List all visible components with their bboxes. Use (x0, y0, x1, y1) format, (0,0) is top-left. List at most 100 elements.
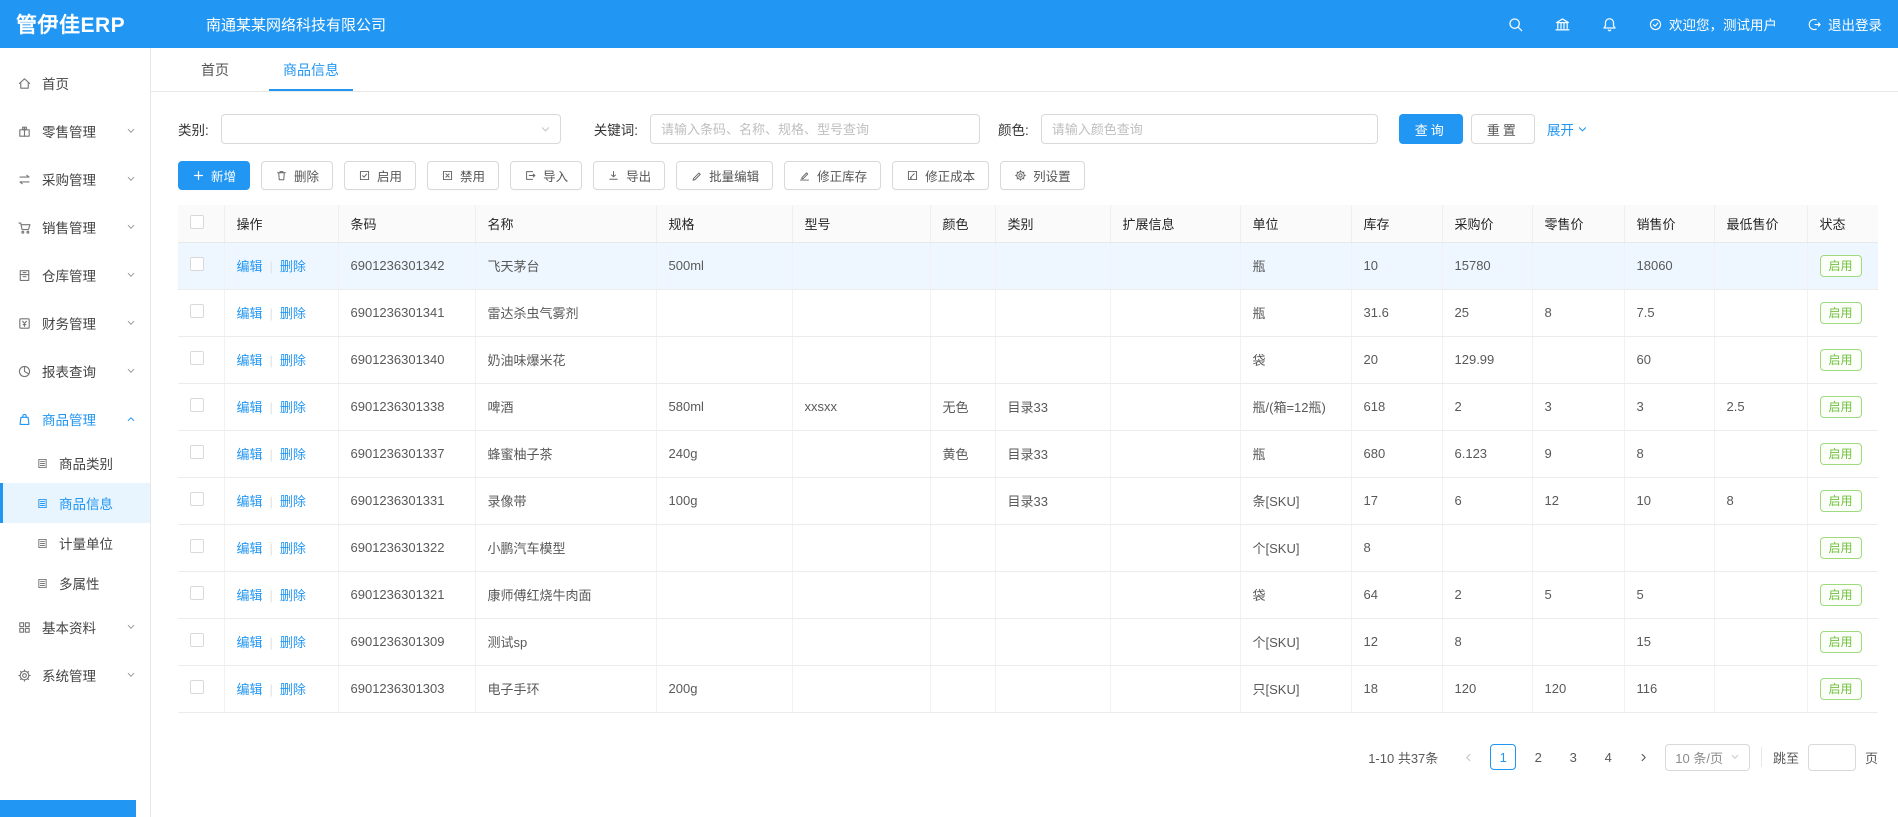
row-checkbox[interactable] (190, 539, 204, 553)
delete-link[interactable]: 删除 (280, 494, 306, 509)
tab-home[interactable]: 首页 (187, 48, 243, 91)
search-button[interactable]: 查询 (1399, 114, 1463, 144)
sidebar-item-purchase[interactable]: 采购管理 (0, 155, 150, 203)
cell-purchase: 6.123 (1442, 430, 1532, 477)
page-size-select[interactable]: 10 条/页 (1665, 744, 1750, 771)
sidebar-item-reports[interactable]: 报表查询 (0, 347, 150, 395)
edit-link[interactable]: 编辑 (237, 494, 263, 509)
page-number-2[interactable]: 2 (1525, 744, 1551, 770)
edit-link[interactable]: 编辑 (237, 682, 263, 697)
cell-ext (1110, 618, 1240, 665)
row-checkbox[interactable] (190, 586, 204, 600)
reset-button[interactable]: 重置 (1471, 114, 1535, 144)
edit-link[interactable]: 编辑 (237, 541, 263, 556)
edit-link[interactable]: 编辑 (237, 588, 263, 603)
delete-link[interactable]: 删除 (280, 635, 306, 650)
welcome-user[interactable]: 欢迎您，测试用户 (1648, 14, 1777, 34)
cell-spec: 200g (656, 665, 792, 712)
row-checkbox[interactable] (190, 398, 204, 412)
delete-link[interactable]: 删除 (280, 400, 306, 415)
cell-name: 录像带 (475, 477, 656, 524)
sidebar-collapse-bar[interactable] (0, 800, 136, 817)
page-number-3[interactable]: 3 (1560, 744, 1586, 770)
bell-icon[interactable] (1601, 16, 1618, 33)
delete-link[interactable]: 删除 (280, 682, 306, 697)
delete-link[interactable]: 删除 (280, 306, 306, 321)
status-badge: 启用 (1820, 490, 1862, 512)
export-button[interactable]: 导出 (593, 161, 665, 190)
expand-link[interactable]: 展开 (1547, 119, 1588, 139)
sidebar-item-measure-unit[interactable]: 计量单位 (0, 523, 150, 563)
jump-page-input[interactable] (1808, 744, 1856, 771)
cell-retail: 3 (1532, 383, 1624, 430)
delete-link[interactable]: 删除 (280, 447, 306, 462)
cell-barcode: 6901236301342 (338, 242, 475, 289)
row-checkbox[interactable] (190, 351, 204, 365)
cell-ext (1110, 336, 1240, 383)
edit-link[interactable]: 编辑 (237, 400, 263, 415)
chevron-down-icon (126, 270, 136, 280)
category-label: 类别: (178, 119, 209, 139)
column-header: 最低售价 (1714, 205, 1807, 242)
cell-status: 启用 (1807, 477, 1878, 524)
sidebar-item-system[interactable]: 系统管理 (0, 651, 150, 699)
sidebar-item-products[interactable]: 商品管理 (0, 395, 150, 443)
toolbar-button-label: 禁用 (460, 166, 485, 185)
columns-button[interactable]: 列设置 (1000, 161, 1085, 190)
cell-spec: 580ml (656, 383, 792, 430)
row-checkbox[interactable] (190, 680, 204, 694)
sidebar-item-basic-data[interactable]: 基本资料 (0, 603, 150, 651)
enable-button[interactable]: 启用 (344, 161, 416, 190)
delete-link[interactable]: 删除 (280, 353, 306, 368)
tab-product-info[interactable]: 商品信息 (269, 48, 353, 91)
row-checkbox[interactable] (190, 633, 204, 647)
page-number-4[interactable]: 4 (1595, 744, 1621, 770)
table-row: 编辑|删除6901236301337蜂蜜柚子茶240g黄色目录33瓶6806.1… (178, 430, 1878, 477)
disable-button[interactable]: 禁用 (427, 161, 499, 190)
next-page-button[interactable] (1630, 744, 1656, 770)
edit-link[interactable]: 编辑 (237, 635, 263, 650)
cell-category (995, 289, 1110, 336)
category-select[interactable] (221, 114, 561, 144)
sidebar-item-multi-attr[interactable]: 多属性 (0, 563, 150, 603)
page-number-1[interactable]: 1 (1490, 744, 1516, 770)
row-checkbox[interactable] (190, 492, 204, 506)
edit-link[interactable]: 编辑 (237, 259, 263, 274)
delete-link[interactable]: 删除 (280, 588, 306, 603)
sidebar-item-retail[interactable]: 零售管理 (0, 107, 150, 155)
delete-link[interactable]: 删除 (280, 541, 306, 556)
fix-cost-button[interactable]: 修正成本 (892, 161, 989, 190)
sidebar-item-home[interactable]: 首页 (0, 59, 150, 107)
sidebar-item-sales[interactable]: 销售管理 (0, 203, 150, 251)
color-input[interactable] (1041, 114, 1378, 144)
row-checkbox[interactable] (190, 257, 204, 271)
action-divider: | (270, 306, 273, 321)
select-all-checkbox[interactable] (190, 215, 204, 229)
sidebar-item-finance[interactable]: 财务管理 (0, 299, 150, 347)
row-select-cell (178, 336, 224, 383)
edit-link[interactable]: 编辑 (237, 353, 263, 368)
edit-link[interactable]: 编辑 (237, 447, 263, 462)
import-button[interactable]: 导入 (510, 161, 582, 190)
prev-page-button[interactable] (1455, 744, 1481, 770)
sidebar-item-label: 首页 (42, 73, 69, 93)
delete-button[interactable]: 删除 (261, 161, 333, 190)
sidebar-item-product-category[interactable]: 商品类别 (0, 443, 150, 483)
row-checkbox[interactable] (190, 304, 204, 318)
fix-stock-button[interactable]: 修正库存 (784, 161, 881, 190)
search-icon[interactable] (1507, 16, 1524, 33)
bank-icon[interactable] (1554, 16, 1571, 33)
page-suffix-label: 页 (1865, 748, 1878, 767)
keyword-label: 关键词: (594, 119, 638, 139)
row-checkbox[interactable] (190, 445, 204, 459)
cell-purchase: 15780 (1442, 242, 1532, 289)
batch-edit-button[interactable]: 批量编辑 (676, 161, 773, 190)
add-button[interactable]: 新增 (178, 161, 250, 190)
sidebar-item-product-info[interactable]: 商品信息 (0, 483, 150, 523)
sidebar-item-warehouse[interactable]: 仓库管理 (0, 251, 150, 299)
logout-button[interactable]: 退出登录 (1807, 14, 1882, 34)
edit-link[interactable]: 编辑 (237, 306, 263, 321)
keyword-input[interactable] (650, 114, 980, 144)
delete-link[interactable]: 删除 (280, 259, 306, 274)
pensq-icon (906, 169, 919, 182)
